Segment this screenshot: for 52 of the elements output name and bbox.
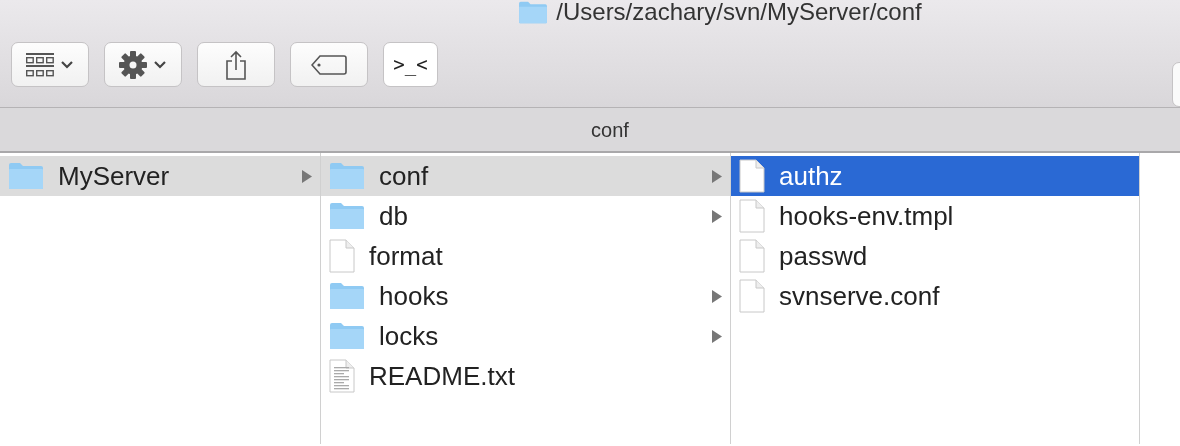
- file-row[interactable]: svnserve.conf: [731, 276, 1139, 316]
- disclosure-arrow-icon: [302, 169, 312, 183]
- share-button[interactable]: [197, 42, 275, 87]
- file-name: passwd: [779, 239, 869, 273]
- file-row[interactable]: format: [321, 236, 730, 276]
- file-name: db: [379, 199, 409, 233]
- tag-button[interactable]: [290, 42, 368, 87]
- folder-icon: [329, 162, 365, 190]
- grid-view-icon: [26, 51, 54, 78]
- folder-icon: [518, 0, 549, 24]
- terminal-button[interactable]: >_<: [383, 42, 438, 87]
- file-row[interactable]: MyServer: [0, 156, 320, 196]
- path-label: conf: [591, 117, 629, 143]
- disclosure-arrow-icon: [712, 329, 722, 343]
- file-name: hooks: [379, 279, 450, 313]
- disclosure-arrow-icon: [712, 289, 722, 303]
- file-row[interactable]: hooks-env.tmpl: [731, 196, 1139, 236]
- chevron-icon: [60, 60, 74, 69]
- folder-icon: [8, 162, 44, 190]
- view-button[interactable]: [11, 42, 89, 87]
- chevron-icon: [153, 60, 167, 69]
- disclosure-arrow-icon: [712, 169, 722, 183]
- folder-icon: [329, 322, 365, 350]
- file-name: authz: [779, 159, 844, 193]
- disclosure-arrow-icon: [712, 209, 722, 223]
- file-row[interactable]: db: [321, 196, 730, 236]
- file-icon: [739, 239, 765, 273]
- file-row[interactable]: passwd: [731, 236, 1139, 276]
- file-row[interactable]: locks: [321, 316, 730, 356]
- file-name: README.txt: [369, 359, 516, 393]
- text-file-icon: [329, 359, 355, 393]
- window-title: /Users/zachary/svn/MyServer/conf: [556, 0, 922, 27]
- folder-icon: [329, 282, 365, 310]
- action-button[interactable]: [104, 42, 182, 87]
- folder-icon: [329, 202, 365, 230]
- file-name: conf: [379, 159, 430, 193]
- file-name: format: [369, 239, 444, 273]
- file-name: MyServer: [58, 159, 171, 193]
- file-name: hooks-env.tmpl: [779, 199, 955, 233]
- file-row[interactable]: README.txt: [321, 356, 730, 396]
- share-icon: [225, 49, 247, 80]
- file-name: locks: [379, 319, 440, 353]
- file-icon: [329, 239, 355, 273]
- file-row[interactable]: authz: [731, 156, 1139, 196]
- file-icon: [739, 159, 765, 193]
- file-row[interactable]: conf: [321, 156, 730, 196]
- file-row[interactable]: hooks: [321, 276, 730, 316]
- file-icon: [739, 279, 765, 313]
- file-icon: [739, 199, 765, 233]
- gear-icon: [119, 50, 147, 79]
- file-name: svnserve.conf: [779, 279, 941, 313]
- tag-icon: [311, 54, 347, 75]
